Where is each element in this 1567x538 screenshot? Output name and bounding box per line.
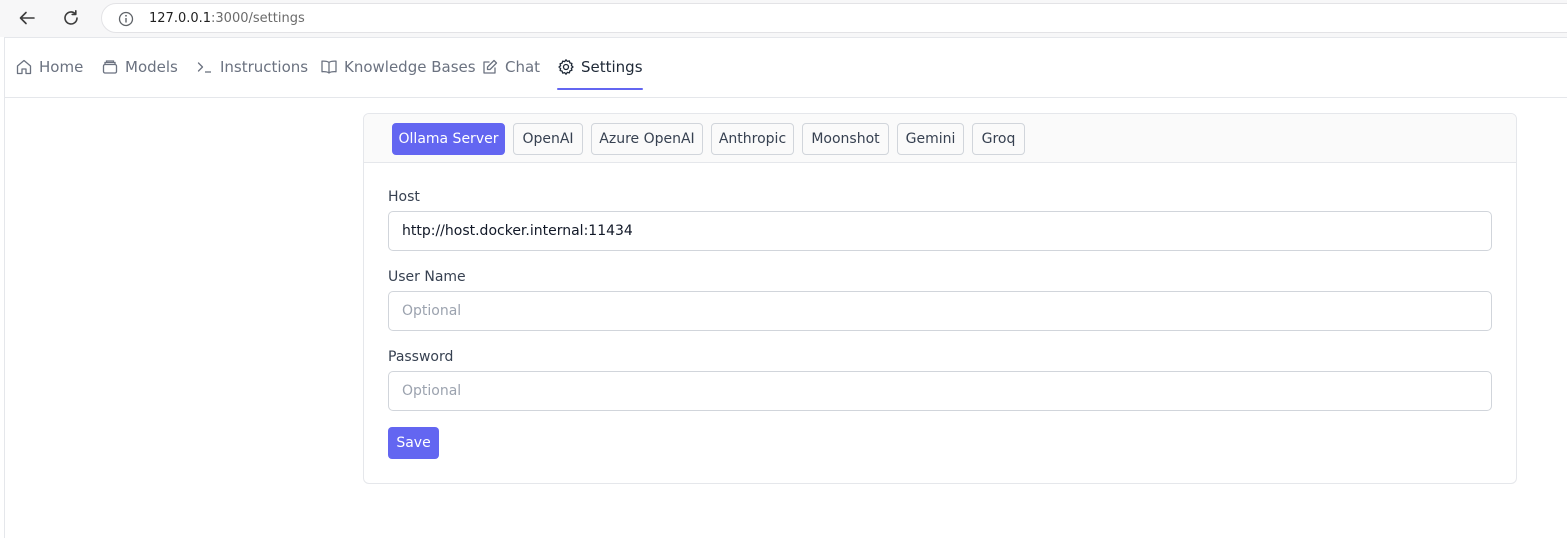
nav-item-instructions[interactable]: Instructions	[196, 38, 308, 96]
nav-item-label: Home	[39, 58, 84, 76]
password-input[interactable]	[388, 371, 1492, 411]
home-icon	[15, 58, 33, 76]
provider-tabs: Ollama Server OpenAI Azure OpenAI Anthro…	[364, 114, 1516, 163]
terminal-icon	[196, 58, 214, 76]
url-path: :3000/settings	[211, 11, 305, 26]
book-icon	[320, 58, 338, 76]
tab-ollama-server[interactable]: Ollama Server	[392, 123, 505, 155]
edit-icon	[481, 58, 499, 76]
tab-openai[interactable]: OpenAI	[513, 123, 583, 155]
nav-item-label: Instructions	[220, 58, 309, 76]
nav-item-label: Settings	[581, 58, 643, 76]
nav-item-knowledge-bases[interactable]: Knowledge Bases	[320, 38, 476, 96]
browser-toolbar: 127.0.0.1:3000/settings	[0, 0, 1567, 37]
nav-item-home[interactable]: Home	[15, 38, 83, 96]
tab-azure-openai[interactable]: Azure OpenAI	[591, 123, 703, 155]
host-input[interactable]	[388, 211, 1492, 251]
app-nav: Home Models Instructions Knowledge Bases…	[4, 37, 1567, 98]
tab-gemini[interactable]: Gemini	[897, 123, 964, 155]
info-icon[interactable]	[117, 10, 134, 27]
reload-icon[interactable]	[58, 5, 84, 31]
left-divider	[4, 98, 5, 538]
save-button[interactable]: Save	[388, 427, 439, 459]
password-label: Password	[388, 349, 454, 365]
nav-item-settings[interactable]: Settings	[557, 38, 643, 96]
url-text: 127.0.0.1:3000/settings	[149, 11, 305, 26]
back-arrow-icon[interactable]	[14, 5, 40, 31]
nav-item-label: Knowledge Bases	[344, 58, 476, 76]
gear-icon	[557, 58, 575, 76]
nav-item-label: Models	[125, 58, 178, 76]
url-host: 127.0.0.1	[149, 11, 212, 26]
username-label: User Name	[388, 269, 466, 285]
tab-moonshot[interactable]: Moonshot	[802, 123, 889, 155]
nav-item-chat[interactable]: Chat	[481, 38, 540, 96]
address-bar[interactable]: 127.0.0.1:3000/settings	[101, 3, 1567, 33]
tab-groq[interactable]: Groq	[972, 123, 1025, 155]
nav-item-label: Chat	[505, 58, 541, 76]
username-input[interactable]	[388, 291, 1492, 331]
settings-card: Ollama Server OpenAI Azure OpenAI Anthro…	[363, 113, 1517, 484]
nav-item-models[interactable]: Models	[101, 38, 178, 96]
host-label: Host	[388, 189, 420, 205]
models-icon	[101, 58, 119, 76]
tab-anthropic[interactable]: Anthropic	[711, 123, 794, 155]
